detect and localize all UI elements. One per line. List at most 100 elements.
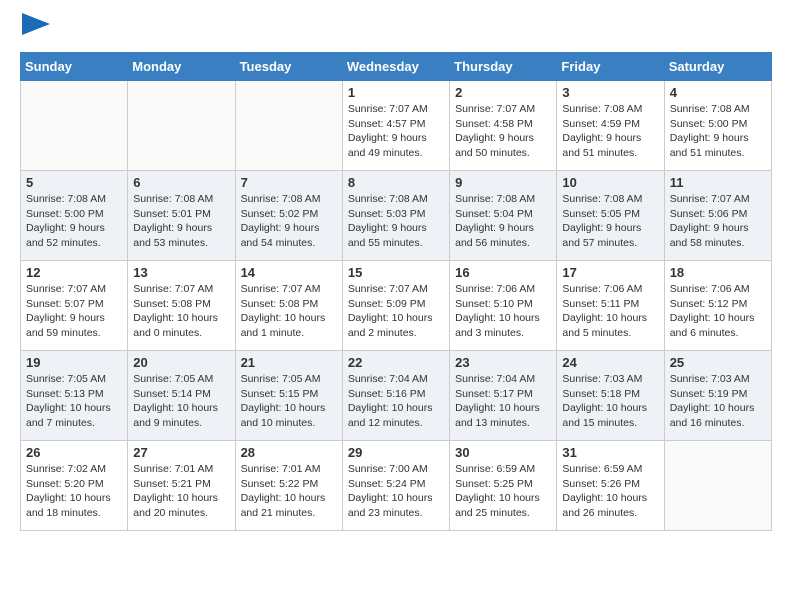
calendar-cell: 4 Sunrise: 7:08 AM Sunset: 5:00 PM Daylig… bbox=[664, 81, 771, 171]
calendar-header-row: SundayMondayTuesdayWednesdayThursdayFrid… bbox=[21, 53, 772, 81]
day-number: 1 bbox=[348, 85, 444, 100]
day-number: 25 bbox=[670, 355, 766, 370]
calendar-cell: 29 Sunrise: 7:00 AM Sunset: 5:24 PM Dayli… bbox=[342, 441, 449, 531]
calendar-cell: 8 Sunrise: 7:08 AM Sunset: 5:03 PM Daylig… bbox=[342, 171, 449, 261]
day-info: Sunrise: 7:08 AM Sunset: 5:00 PM Dayligh… bbox=[670, 102, 766, 161]
day-info: Sunrise: 7:03 AM Sunset: 5:19 PM Dayligh… bbox=[670, 372, 766, 431]
calendar-cell: 14 Sunrise: 7:07 AM Sunset: 5:08 PM Dayli… bbox=[235, 261, 342, 351]
calendar-cell: 24Sunrise: 7:03 AM Sunset: 5:18 PM Dayli… bbox=[557, 351, 664, 441]
calendar-cell: 1 Sunrise: 7:07 AM Sunset: 4:57 PM Daylig… bbox=[342, 81, 449, 171]
calendar-cell: 31 Sunrise: 6:59 AM Sunset: 5:26 PM Dayli… bbox=[557, 441, 664, 531]
day-info: Sunrise: 7:07 AM Sunset: 5:06 PM Dayligh… bbox=[670, 192, 766, 251]
day-info: Sunrise: 7:07 AM Sunset: 5:08 PM Dayligh… bbox=[133, 282, 229, 341]
calendar-table: SundayMondayTuesdayWednesdayThursdayFrid… bbox=[20, 52, 772, 531]
day-info: Sunrise: 7:07 AM Sunset: 4:57 PM Dayligh… bbox=[348, 102, 444, 161]
calendar-cell bbox=[21, 81, 128, 171]
day-number: 8 bbox=[348, 175, 444, 190]
calendar-week-row: 12 Sunrise: 7:07 AM Sunset: 5:07 PM Dayli… bbox=[21, 261, 772, 351]
calendar-cell: 19Sunrise: 7:05 AM Sunset: 5:13 PM Dayli… bbox=[21, 351, 128, 441]
day-number: 14 bbox=[241, 265, 337, 280]
day-info: Sunrise: 7:05 AM Sunset: 5:14 PM Dayligh… bbox=[133, 372, 229, 431]
calendar-cell: 12 Sunrise: 7:07 AM Sunset: 5:07 PM Dayli… bbox=[21, 261, 128, 351]
calendar-cell: 17 Sunrise: 7:06 AM Sunset: 5:11 PM Dayli… bbox=[557, 261, 664, 351]
day-info: Sunrise: 7:08 AM Sunset: 5:05 PM Dayligh… bbox=[562, 192, 658, 251]
day-number: 11 bbox=[670, 175, 766, 190]
day-number: 30 bbox=[455, 445, 551, 460]
day-info: Sunrise: 7:08 AM Sunset: 5:00 PM Dayligh… bbox=[26, 192, 122, 251]
day-number: 5 bbox=[26, 175, 122, 190]
calendar-cell bbox=[128, 81, 235, 171]
day-info: Sunrise: 7:08 AM Sunset: 5:04 PM Dayligh… bbox=[455, 192, 551, 251]
day-info: Sunrise: 7:06 AM Sunset: 5:11 PM Dayligh… bbox=[562, 282, 658, 341]
day-number: 6 bbox=[133, 175, 229, 190]
day-info: Sunrise: 7:07 AM Sunset: 5:08 PM Dayligh… bbox=[241, 282, 337, 341]
calendar-cell: 23 Sunrise: 7:04 AM Sunset: 5:17 PM Dayli… bbox=[450, 351, 557, 441]
day-number: 21 bbox=[241, 355, 337, 370]
day-info: Sunrise: 7:04 AM Sunset: 5:16 PM Dayligh… bbox=[348, 372, 444, 431]
day-number: 12 bbox=[26, 265, 122, 280]
page-header bbox=[20, 20, 772, 42]
calendar-cell: 30 Sunrise: 6:59 AM Sunset: 5:25 PM Dayli… bbox=[450, 441, 557, 531]
day-number: 23 bbox=[455, 355, 551, 370]
day-info: Sunrise: 7:07 AM Sunset: 5:07 PM Dayligh… bbox=[26, 282, 122, 341]
day-info: Sunrise: 7:01 AM Sunset: 5:22 PM Dayligh… bbox=[241, 462, 337, 521]
day-info: Sunrise: 6:59 AM Sunset: 5:25 PM Dayligh… bbox=[455, 462, 551, 521]
day-info: Sunrise: 7:08 AM Sunset: 4:59 PM Dayligh… bbox=[562, 102, 658, 161]
day-number: 16 bbox=[455, 265, 551, 280]
calendar-cell: 28Sunrise: 7:01 AM Sunset: 5:22 PM Dayli… bbox=[235, 441, 342, 531]
calendar-cell: 10 Sunrise: 7:08 AM Sunset: 5:05 PM Dayli… bbox=[557, 171, 664, 261]
day-info: Sunrise: 7:03 AM Sunset: 5:18 PM Dayligh… bbox=[562, 372, 658, 431]
day-info: Sunrise: 7:00 AM Sunset: 5:24 PM Dayligh… bbox=[348, 462, 444, 521]
calendar-cell: 6Sunrise: 7:08 AM Sunset: 5:01 PM Daylig… bbox=[128, 171, 235, 261]
day-info: Sunrise: 7:02 AM Sunset: 5:20 PM Dayligh… bbox=[26, 462, 122, 521]
weekday-header-friday: Friday bbox=[557, 53, 664, 81]
calendar-cell: 7 Sunrise: 7:08 AM Sunset: 5:02 PM Daylig… bbox=[235, 171, 342, 261]
day-number: 10 bbox=[562, 175, 658, 190]
calendar-cell: 15 Sunrise: 7:07 AM Sunset: 5:09 PM Dayli… bbox=[342, 261, 449, 351]
weekday-header-tuesday: Tuesday bbox=[235, 53, 342, 81]
day-info: Sunrise: 7:06 AM Sunset: 5:10 PM Dayligh… bbox=[455, 282, 551, 341]
day-number: 15 bbox=[348, 265, 444, 280]
weekday-header-sunday: Sunday bbox=[21, 53, 128, 81]
day-number: 17 bbox=[562, 265, 658, 280]
day-number: 18 bbox=[670, 265, 766, 280]
logo bbox=[20, 20, 50, 42]
calendar-cell bbox=[664, 441, 771, 531]
weekday-header-thursday: Thursday bbox=[450, 53, 557, 81]
day-info: Sunrise: 7:01 AM Sunset: 5:21 PM Dayligh… bbox=[133, 462, 229, 521]
calendar-cell: 20 Sunrise: 7:05 AM Sunset: 5:14 PM Dayli… bbox=[128, 351, 235, 441]
logo-arrow-icon bbox=[22, 13, 50, 35]
calendar-week-row: 1 Sunrise: 7:07 AM Sunset: 4:57 PM Daylig… bbox=[21, 81, 772, 171]
day-number: 7 bbox=[241, 175, 337, 190]
day-number: 27 bbox=[133, 445, 229, 460]
weekday-header-wednesday: Wednesday bbox=[342, 53, 449, 81]
calendar-cell: 2 Sunrise: 7:07 AM Sunset: 4:58 PM Daylig… bbox=[450, 81, 557, 171]
day-number: 2 bbox=[455, 85, 551, 100]
day-number: 26 bbox=[26, 445, 122, 460]
day-number: 31 bbox=[562, 445, 658, 460]
calendar-cell: 9 Sunrise: 7:08 AM Sunset: 5:04 PM Daylig… bbox=[450, 171, 557, 261]
day-info: Sunrise: 7:07 AM Sunset: 4:58 PM Dayligh… bbox=[455, 102, 551, 161]
day-info: Sunrise: 7:05 AM Sunset: 5:13 PM Dayligh… bbox=[26, 372, 122, 431]
calendar-cell: 22 Sunrise: 7:04 AM Sunset: 5:16 PM Dayli… bbox=[342, 351, 449, 441]
day-number: 3 bbox=[562, 85, 658, 100]
day-number: 20 bbox=[133, 355, 229, 370]
weekday-header-monday: Monday bbox=[128, 53, 235, 81]
weekday-header-saturday: Saturday bbox=[664, 53, 771, 81]
day-number: 22 bbox=[348, 355, 444, 370]
day-info: Sunrise: 7:08 AM Sunset: 5:03 PM Dayligh… bbox=[348, 192, 444, 251]
calendar-week-row: 19Sunrise: 7:05 AM Sunset: 5:13 PM Dayli… bbox=[21, 351, 772, 441]
day-number: 29 bbox=[348, 445, 444, 460]
day-info: Sunrise: 7:07 AM Sunset: 5:09 PM Dayligh… bbox=[348, 282, 444, 341]
day-info: Sunrise: 7:04 AM Sunset: 5:17 PM Dayligh… bbox=[455, 372, 551, 431]
day-number: 13 bbox=[133, 265, 229, 280]
day-info: Sunrise: 7:08 AM Sunset: 5:02 PM Dayligh… bbox=[241, 192, 337, 251]
calendar-cell: 27 Sunrise: 7:01 AM Sunset: 5:21 PM Dayli… bbox=[128, 441, 235, 531]
day-number: 9 bbox=[455, 175, 551, 190]
calendar-cell: 3 Sunrise: 7:08 AM Sunset: 4:59 PM Daylig… bbox=[557, 81, 664, 171]
day-number: 4 bbox=[670, 85, 766, 100]
calendar-cell: 26 Sunrise: 7:02 AM Sunset: 5:20 PM Dayli… bbox=[21, 441, 128, 531]
day-info: Sunrise: 6:59 AM Sunset: 5:26 PM Dayligh… bbox=[562, 462, 658, 521]
calendar-cell: 25 Sunrise: 7:03 AM Sunset: 5:19 PM Dayli… bbox=[664, 351, 771, 441]
calendar-cell: 16 Sunrise: 7:06 AM Sunset: 5:10 PM Dayli… bbox=[450, 261, 557, 351]
